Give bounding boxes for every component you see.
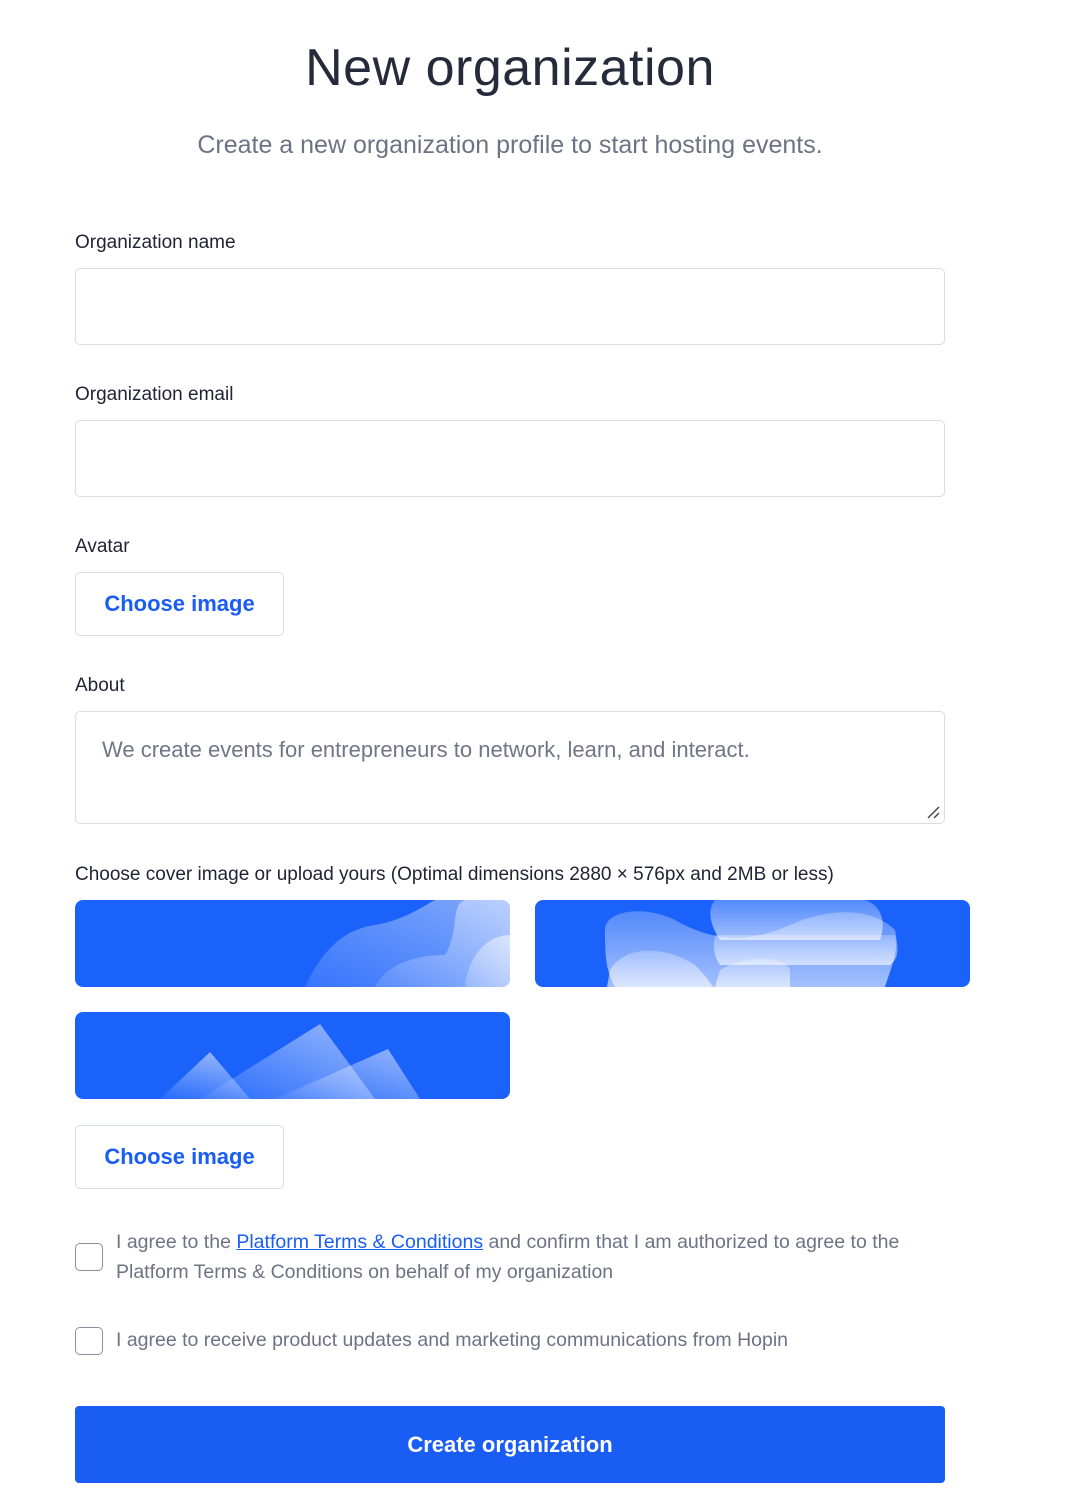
page-subtitle: Create a new organization profile to sta… xyxy=(197,131,823,159)
terms-text-prefix: I agree to the xyxy=(116,1231,237,1253)
about-textarea[interactable] xyxy=(75,711,945,824)
cover-waves-graphic xyxy=(305,900,510,987)
cover-image-label: Choose cover image or upload yours (Opti… xyxy=(75,864,834,885)
organization-email-input[interactable] xyxy=(75,420,945,497)
cover-blobs-graphic xyxy=(605,900,898,987)
terms-text: I agree to the Platform Terms & Conditio… xyxy=(116,1227,956,1287)
avatar-choose-image-button[interactable]: Choose image xyxy=(75,572,284,636)
avatar-label: Avatar xyxy=(75,536,130,557)
about-label: About xyxy=(75,675,125,696)
terms-checkbox[interactable] xyxy=(75,1243,103,1271)
create-organization-button[interactable]: Create organization xyxy=(75,1406,945,1483)
organization-name-input[interactable] xyxy=(75,268,945,345)
page-title: New organization xyxy=(305,39,715,97)
marketing-checkbox[interactable] xyxy=(75,1327,103,1355)
organization-email-label: Organization email xyxy=(75,384,234,405)
organization-name-label: Organization name xyxy=(75,232,236,253)
marketing-text: I agree to receive product updates and m… xyxy=(116,1329,789,1351)
cover-choose-image-button[interactable]: Choose image xyxy=(75,1125,284,1189)
cover-option-waves[interactable] xyxy=(75,900,510,987)
cover-option-blobs[interactable] xyxy=(535,900,970,987)
cover-option-mountains[interactable] xyxy=(75,1012,510,1099)
resize-handle-icon[interactable] xyxy=(925,804,941,820)
platform-terms-link[interactable]: Platform Terms & Conditions xyxy=(236,1231,483,1253)
cover-mountains-graphic xyxy=(160,1024,420,1099)
